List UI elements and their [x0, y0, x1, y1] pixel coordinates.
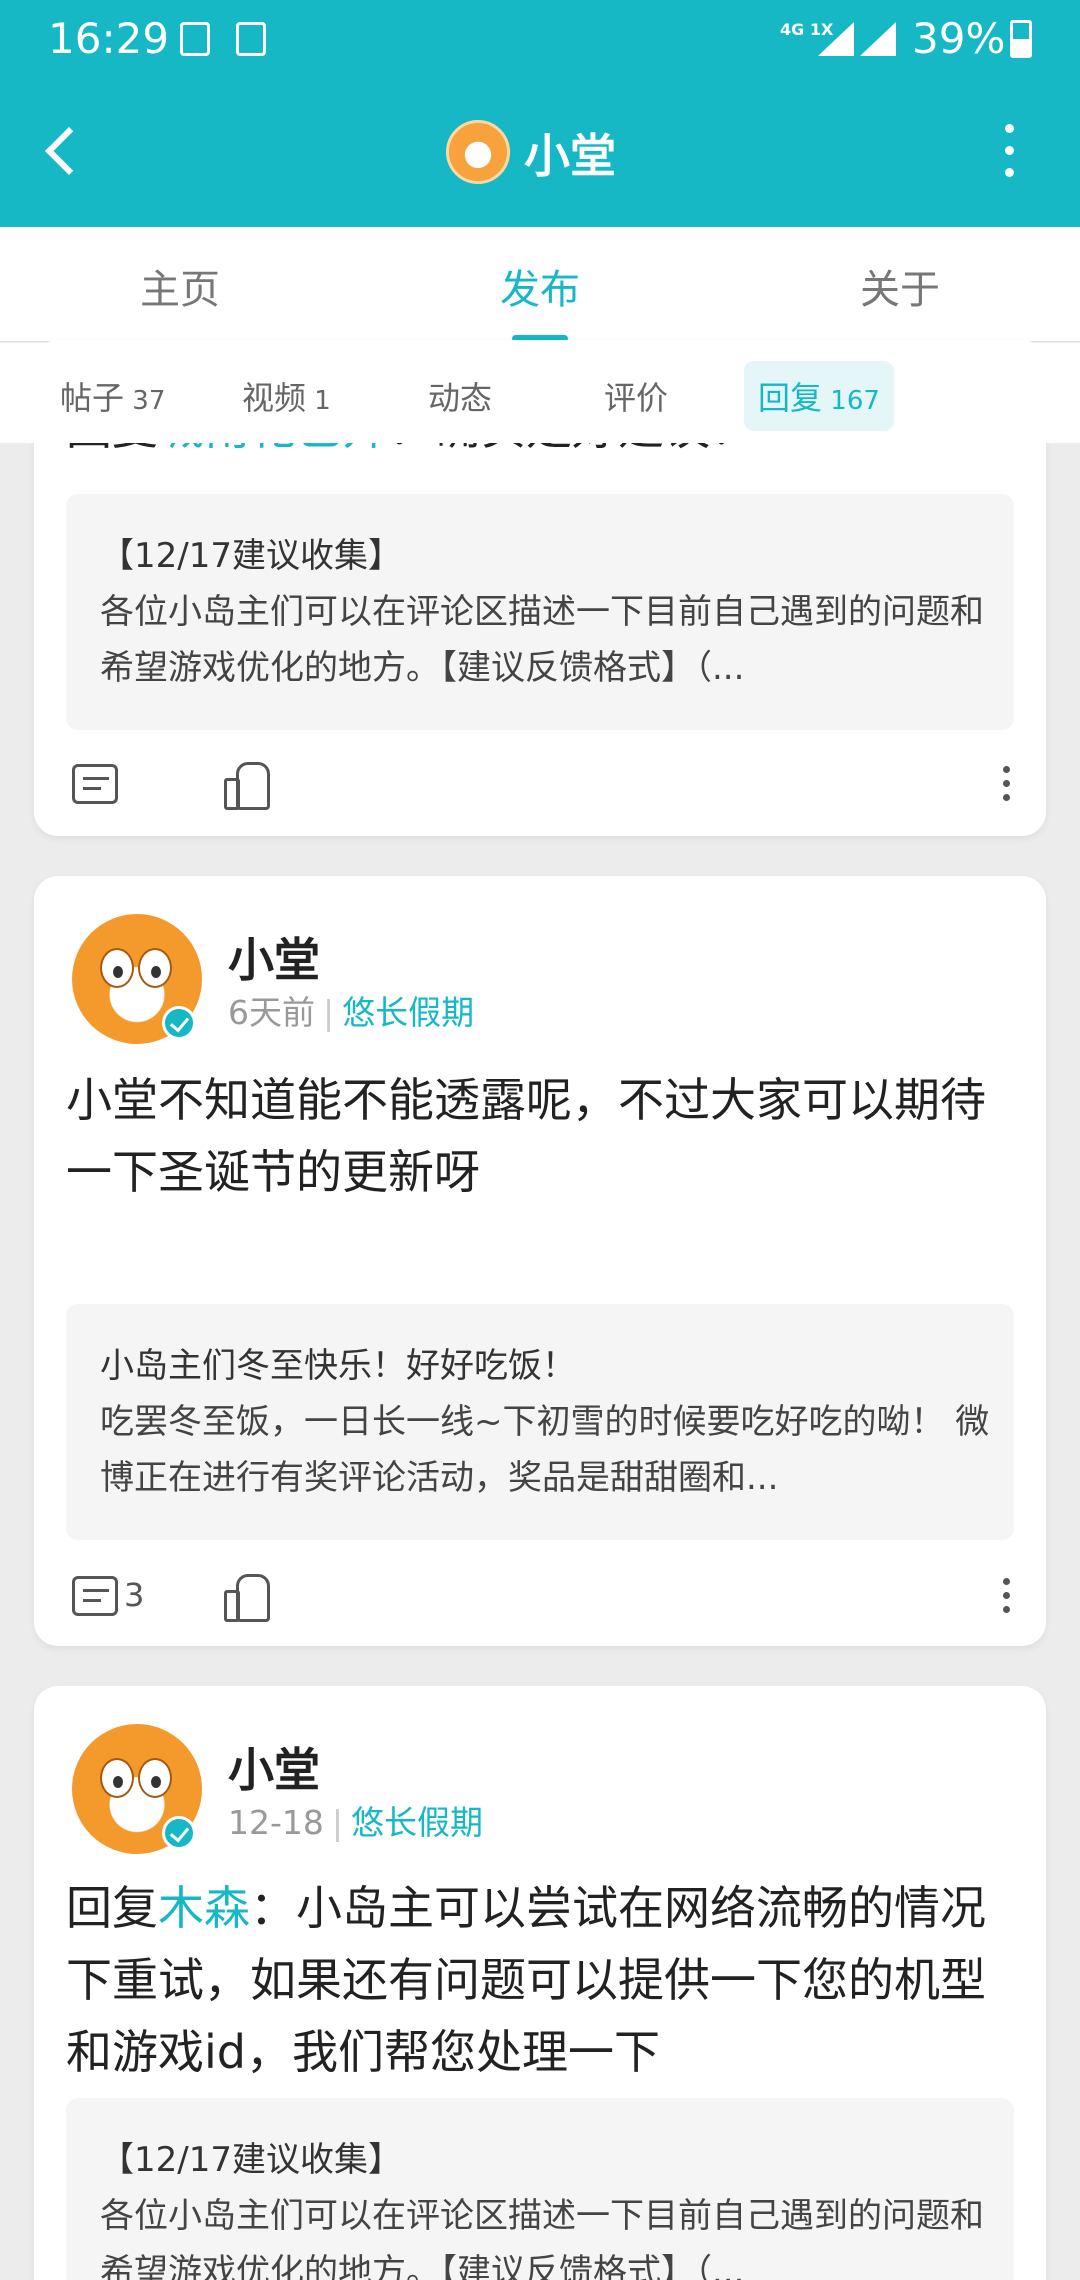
quote-body: 各位小岛主们可以在评论区描述一下目前自己遇到的问题和希望游戏优化的地方。【建议反…: [100, 2196, 984, 2280]
game-tag[interactable]: 悠长假期: [351, 1803, 483, 1842]
post-meta: 12-18 | 悠长假期: [228, 1803, 484, 1842]
tab-about[interactable]: 关于: [860, 257, 940, 315]
like-icon[interactable]: [224, 1574, 270, 1622]
post-time: 12-18: [228, 1803, 324, 1842]
page-title: 小堂: [524, 129, 616, 183]
verified-badge-icon: [162, 1006, 196, 1040]
quote-title: 【12/17建议收集】: [100, 536, 402, 576]
reply-text: 小堂不知道能不能透露呢，不过大家可以期待一下圣诞节的更新呀: [66, 1073, 986, 1199]
quote-title: 【12/17建议收集】: [100, 2140, 402, 2180]
quote-body: 各位小岛主们可以在评论区描述一下目前自己遇到的问题和希望游戏优化的地方。【建议反…: [100, 592, 984, 688]
more-icon[interactable]: [996, 766, 1016, 802]
tab-publish[interactable]: 发布: [500, 257, 580, 315]
more-icon[interactable]: [996, 1578, 1016, 1614]
app-bar: 小堂: [0, 80, 1080, 227]
comment-count: 3: [124, 1576, 145, 1614]
mention-link[interactable]: 木森: [158, 1881, 250, 1935]
tab-home[interactable]: 主页: [140, 257, 220, 315]
like-icon[interactable]: [224, 762, 270, 810]
avatar[interactable]: [446, 120, 510, 184]
battery-percent: 39%: [912, 14, 1006, 63]
subtab-videos[interactable]: 视频 1: [242, 373, 331, 419]
quoted-post[interactable]: 【12/17建议收集】 各位小岛主们可以在评论区描述一下目前自己遇到的问题和希望…: [66, 2098, 1014, 2280]
status-time: 16:29: [48, 14, 170, 63]
comment-icon[interactable]: [72, 1576, 118, 1616]
battery-icon: [1010, 20, 1032, 58]
author-name[interactable]: 小堂: [228, 924, 320, 990]
subtab-replies[interactable]: 回复 167: [744, 361, 894, 431]
post-time: 6天前: [228, 993, 315, 1032]
post-meta: 6天前 | 悠长假期: [228, 993, 475, 1032]
reply-card[interactable]: 小堂 12-18 | 悠长假期 回复木森：小岛主可以尝试在网络流畅的情况下重试，如果…: [34, 1686, 1046, 2280]
status-bar: 16:29 4G 1X 39%: [0, 0, 1080, 80]
reply-card[interactable]: 小堂 6天前 | 悠长假期 小堂不知道能不能透露呢，不过大家可以期待一下圣诞节的更新…: [34, 876, 1046, 1646]
quoted-post[interactable]: 【12/17建议收集】 各位小岛主们可以在评论区描述一下目前自己遇到的问题和希望…: [66, 494, 1014, 730]
top-bar: 16:29 4G 1X 39% 小堂: [0, 0, 1080, 227]
verified-badge-icon: [162, 1816, 196, 1850]
main-tabs: 主页 发布 关于: [0, 227, 1080, 342]
quote-title: 小岛主们冬至快乐！好好吃饭！: [100, 1346, 576, 1386]
game-tag[interactable]: 悠长假期: [342, 993, 474, 1032]
subtab-reviews[interactable]: 评价: [604, 373, 668, 419]
author-name[interactable]: 小堂: [228, 1734, 320, 1800]
download-icon: [236, 22, 266, 56]
more-options-icon[interactable]: [994, 116, 1024, 186]
subtab-dynamics[interactable]: 动态: [428, 373, 492, 419]
signal-icon-2: [860, 22, 896, 56]
copy-icon: [180, 22, 210, 56]
comment-icon[interactable]: [72, 764, 118, 804]
quote-body: 吃罢冬至饭，一日长一线~下初雪的时候要吃好吃的呦！ 微博正在进行有奖评论活动，奖…: [100, 1402, 990, 1498]
signal-icon: [818, 22, 854, 56]
sub-tabs: 帖子 37 视频 1 动态 评价 回复 167: [0, 343, 1080, 443]
back-arrow-icon[interactable]: [36, 120, 96, 180]
reply-text: 回复木森：小岛主可以尝试在网络流畅的情况下重试，如果还有问题可以提供一下您的机型…: [66, 1881, 986, 2079]
subtab-posts[interactable]: 帖子 37: [60, 373, 165, 419]
quoted-post[interactable]: 小岛主们冬至快乐！好好吃饭！ 吃罢冬至饭，一日长一线~下初雪的时候要吃好吃的呦！…: [66, 1304, 1014, 1540]
